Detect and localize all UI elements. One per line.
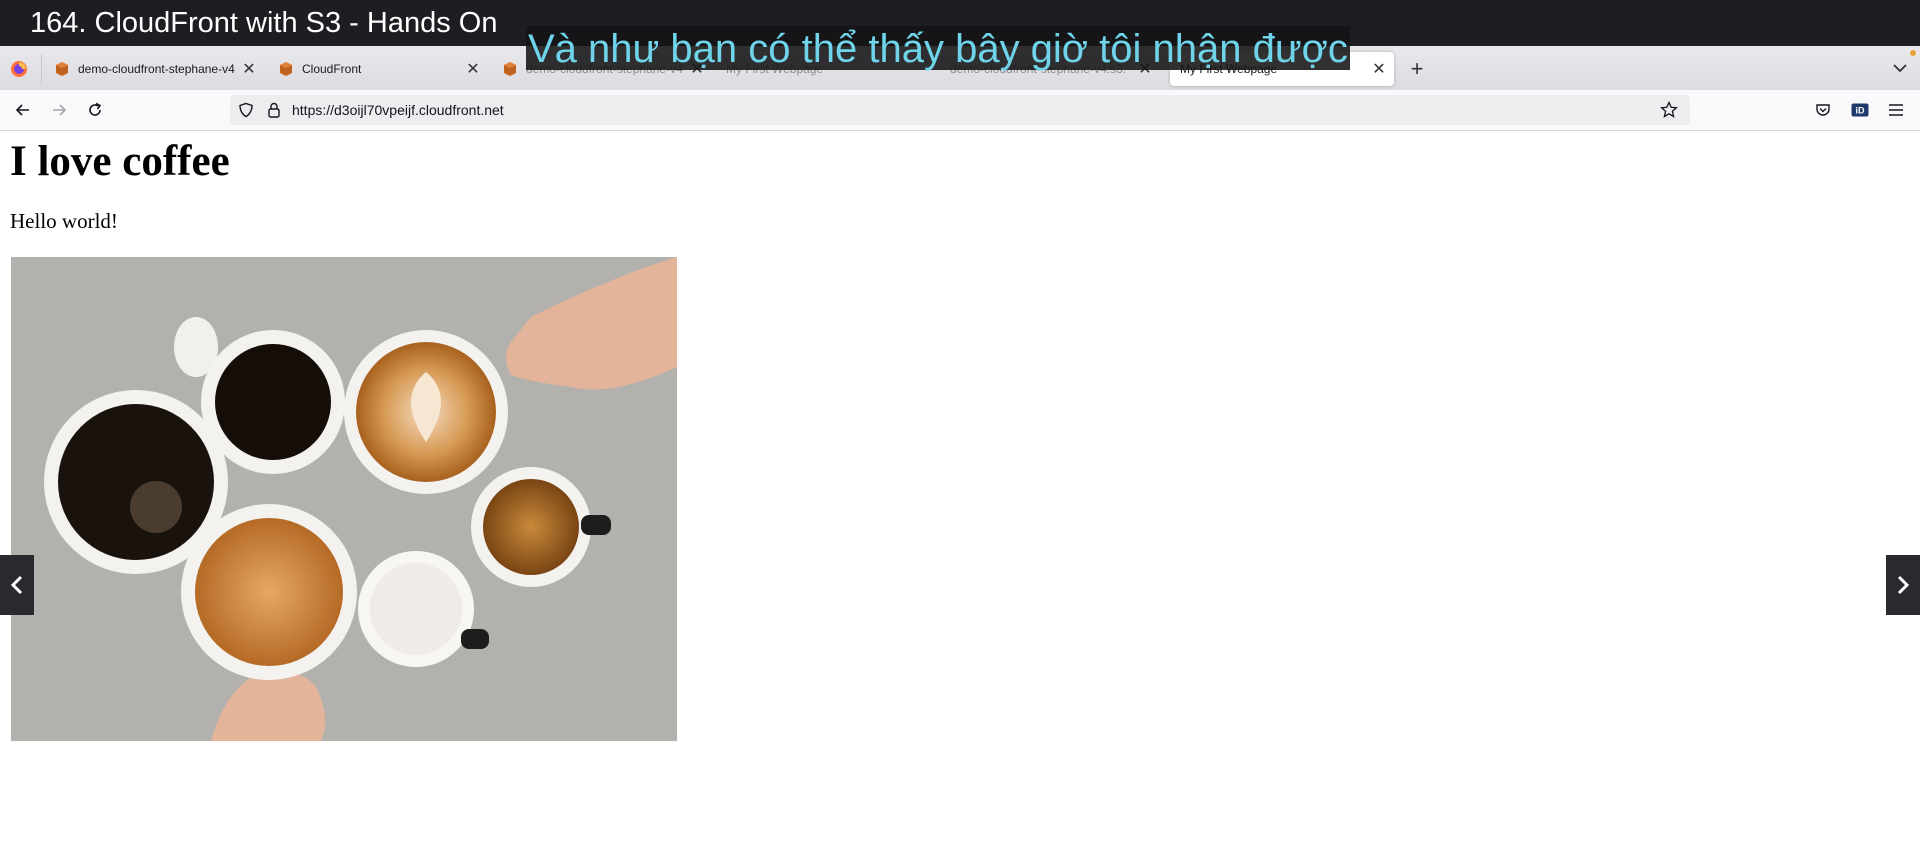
s3-bucket-icon — [278, 61, 294, 77]
extension-id-icon[interactable]: iD — [1850, 100, 1870, 120]
list-all-tabs-icon[interactable] — [1888, 58, 1912, 78]
s3-bucket-icon — [54, 61, 70, 77]
firefox-icon[interactable] — [8, 58, 30, 80]
s3-bucket-icon — [502, 61, 518, 77]
bookmark-star-icon[interactable] — [1660, 100, 1678, 124]
page-paragraph: Hello world! — [10, 209, 118, 233]
chevron-right-icon — [1897, 575, 1910, 595]
forward-arrow-icon[interactable] — [49, 100, 69, 120]
tab-demo-cloudfront-1[interactable]: demo-cloudfront-stephane-v4 ✕ — [44, 52, 264, 86]
page-content: I love coffee Hello world! — [10, 130, 1920, 861]
video-subtitle: Và như bạn có thể thấy bây giờ tôi nhận … — [526, 26, 1350, 71]
navigation-bar: https://d3oijl70vpeijf.cloudfront.net iD — [0, 90, 1920, 131]
notification-dot — [1910, 50, 1916, 56]
close-tab-icon[interactable]: ✕ — [240, 59, 258, 79]
hamburger-menu-icon[interactable] — [1886, 100, 1906, 120]
url-text[interactable]: https://d3oijl70vpeijf.cloudfront.net — [292, 102, 504, 118]
page-heading: I love coffee — [10, 138, 230, 185]
close-tab-icon[interactable]: ✕ — [464, 59, 482, 79]
reload-icon[interactable] — [85, 100, 105, 120]
coffee-cups-image — [11, 257, 677, 741]
tab-label: CloudFront — [302, 62, 362, 76]
close-tab-icon[interactable]: ✕ — [1370, 59, 1388, 79]
back-arrow-icon[interactable] — [13, 100, 33, 120]
next-slide-button[interactable] — [1886, 555, 1920, 615]
chevron-left-icon — [10, 575, 23, 595]
shield-icon[interactable] — [238, 102, 254, 123]
previous-slide-button[interactable] — [0, 555, 34, 615]
tab-cloudfront[interactable]: CloudFront ✕ — [268, 52, 488, 86]
pocket-icon[interactable] — [1813, 100, 1833, 120]
new-tab-button[interactable]: + — [1405, 56, 1429, 82]
url-bar[interactable]: https://d3oijl70vpeijf.cloudfront.net — [230, 95, 1690, 125]
svg-text:iD: iD — [1856, 106, 1866, 116]
lock-icon[interactable] — [266, 101, 282, 124]
tab-label: demo-cloudfront-stephane-v4 — [78, 62, 235, 76]
